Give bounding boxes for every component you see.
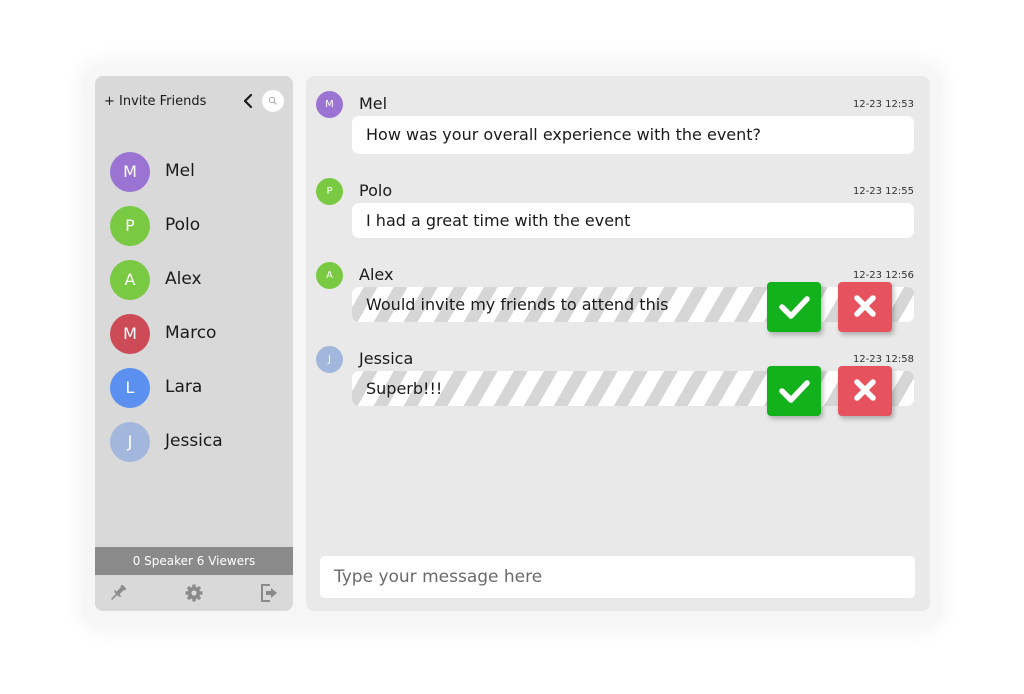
contact-item[interactable]: J Jessica (95, 420, 293, 474)
contact-item[interactable]: A Alex (95, 258, 293, 312)
sidebar-header: + Invite Friends (95, 76, 293, 128)
audience-status: 0 Speaker 6 Viewers (95, 547, 293, 575)
chevron-left-icon[interactable] (241, 90, 255, 112)
contact-item[interactable]: M Mel (95, 150, 293, 204)
message-bubble: Would invite my friends to attend this (352, 287, 914, 322)
message-bubble: How was your overall experience with the… (352, 116, 914, 154)
contact-list: M Mel P Polo A Alex M Marco L Lara J Jes… (95, 150, 293, 474)
approve-button[interactable] (767, 282, 821, 332)
contact-item[interactable]: P Polo (95, 204, 293, 258)
contact-name: Mel (165, 161, 195, 181)
sender-name: Alex (359, 265, 394, 284)
reject-button[interactable] (838, 366, 892, 416)
contact-name: Lara (165, 377, 203, 397)
chat-panel: M Mel 12-23 12:53 How was your overall e… (306, 76, 930, 611)
contact-item[interactable]: L Lara (95, 366, 293, 420)
sender-name: Jessica (359, 349, 414, 368)
sender-name: Mel (359, 94, 388, 113)
checkmark-icon (779, 296, 810, 319)
pin-icon[interactable] (108, 583, 128, 603)
avatar: M (110, 152, 150, 192)
reject-button[interactable] (838, 282, 892, 332)
gear-icon[interactable] (184, 583, 204, 603)
close-icon (854, 295, 876, 317)
avatar: A (316, 262, 343, 289)
search-icon[interactable] (262, 90, 284, 112)
close-icon (854, 379, 876, 401)
checkmark-icon (779, 380, 810, 403)
contact-item[interactable]: M Marco (95, 312, 293, 366)
message-bubble: Superb!!! (352, 371, 914, 406)
exit-icon[interactable] (259, 583, 279, 603)
avatar: P (316, 178, 343, 205)
contact-name: Jessica (165, 431, 223, 451)
contact-name: Alex (165, 269, 202, 289)
invite-friends-button[interactable]: + Invite Friends (104, 94, 206, 109)
avatar: J (110, 422, 150, 462)
timestamp: 12-23 12:55 (852, 186, 914, 197)
timestamp: 12-23 12:58 (852, 354, 914, 365)
avatar: L (110, 368, 150, 408)
approve-button[interactable] (767, 366, 821, 416)
avatar: M (316, 91, 343, 118)
avatar: J (316, 346, 343, 373)
sender-name: Polo (359, 181, 393, 200)
avatar: A (110, 260, 150, 300)
timestamp: 12-23 12:53 (852, 99, 914, 110)
avatar: M (110, 314, 150, 354)
contact-name: Marco (165, 323, 217, 343)
sidebar: + Invite Friends M Mel P Polo A Alex M M… (95, 76, 293, 611)
avatar: P (110, 206, 150, 246)
sidebar-footer (95, 575, 293, 611)
contact-name: Polo (165, 215, 201, 235)
timestamp: 12-23 12:56 (852, 270, 914, 281)
message-input[interactable] (320, 556, 915, 598)
message-bubble: I had a great time with the event (352, 203, 914, 238)
